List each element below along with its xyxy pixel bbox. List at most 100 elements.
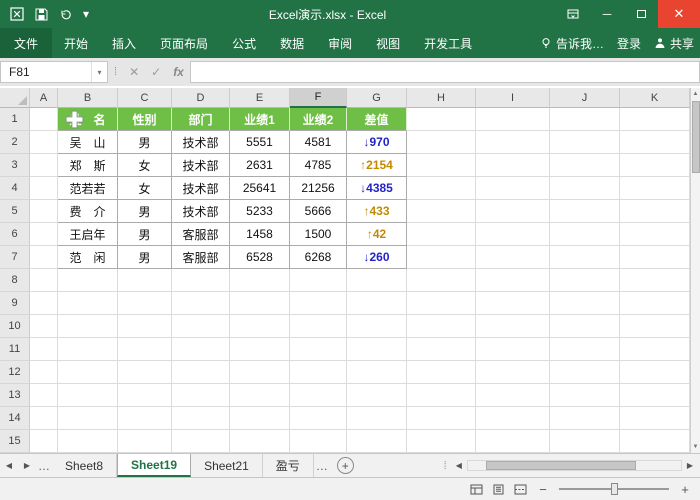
cell-c15[interactable] bbox=[118, 430, 172, 453]
cell-g6[interactable]: ↑42 bbox=[347, 223, 407, 246]
cell-k6[interactable] bbox=[620, 223, 690, 246]
select-all-corner[interactable] bbox=[0, 88, 30, 108]
cell-f14[interactable] bbox=[290, 407, 347, 430]
cell-h1[interactable] bbox=[407, 108, 476, 131]
ribbon-tab-formulas[interactable]: 公式 bbox=[220, 28, 268, 58]
cell-h5[interactable] bbox=[407, 200, 476, 223]
cell-h2[interactable] bbox=[407, 131, 476, 154]
cell-g2[interactable]: ↓970 bbox=[347, 131, 407, 154]
cell-a14[interactable] bbox=[30, 407, 58, 430]
cell-f2[interactable]: 4581 bbox=[290, 131, 347, 154]
cell-c3[interactable]: 女 bbox=[118, 154, 172, 177]
cell-i15[interactable] bbox=[476, 430, 550, 453]
row-header-2[interactable]: 2 bbox=[0, 131, 30, 154]
cell-f7[interactable]: 6268 bbox=[290, 246, 347, 269]
column-header-k[interactable]: K bbox=[620, 88, 690, 108]
cell-e8[interactable] bbox=[230, 269, 290, 292]
excel-app-icon[interactable] bbox=[10, 7, 24, 21]
normal-view-icon[interactable] bbox=[470, 484, 483, 495]
cell-i12[interactable] bbox=[476, 361, 550, 384]
cell-c9[interactable] bbox=[118, 292, 172, 315]
cell-b6[interactable]: 王启年 bbox=[58, 223, 118, 246]
column-header-g[interactable]: G bbox=[347, 88, 407, 108]
cell-i8[interactable] bbox=[476, 269, 550, 292]
share-button[interactable]: 共享 bbox=[654, 35, 694, 52]
horizontal-scrollbar[interactable]: ⁞ ◀ ▶ bbox=[440, 454, 700, 477]
cell-i9[interactable] bbox=[476, 292, 550, 315]
cell-e15[interactable] bbox=[230, 430, 290, 453]
cell-i2[interactable] bbox=[476, 131, 550, 154]
cell-e6[interactable]: 1458 bbox=[230, 223, 290, 246]
sheet-next-icon[interactable]: ▶ bbox=[18, 454, 36, 477]
cell-a9[interactable] bbox=[30, 292, 58, 315]
cell-e2[interactable]: 5551 bbox=[230, 131, 290, 154]
cell-k11[interactable] bbox=[620, 338, 690, 361]
cell-c12[interactable] bbox=[118, 361, 172, 384]
name-box-dropdown-icon[interactable]: ▾ bbox=[91, 62, 107, 82]
cell-h15[interactable] bbox=[407, 430, 476, 453]
cell-c2[interactable]: 男 bbox=[118, 131, 172, 154]
row-header-12[interactable]: 12 bbox=[0, 361, 30, 384]
cell-j2[interactable] bbox=[550, 131, 620, 154]
cell-c11[interactable] bbox=[118, 338, 172, 361]
tell-me-button[interactable]: 告诉我… bbox=[540, 35, 604, 52]
cell-f3[interactable]: 4785 bbox=[290, 154, 347, 177]
cell-a6[interactable] bbox=[30, 223, 58, 246]
cell-h7[interactable] bbox=[407, 246, 476, 269]
row-header-3[interactable]: 3 bbox=[0, 154, 30, 177]
cell-f10[interactable] bbox=[290, 315, 347, 338]
cell-h10[interactable] bbox=[407, 315, 476, 338]
cell-e5[interactable]: 5233 bbox=[230, 200, 290, 223]
cell-k13[interactable] bbox=[620, 384, 690, 407]
cell-d13[interactable] bbox=[172, 384, 230, 407]
scroll-down-icon[interactable]: ▼ bbox=[693, 441, 699, 453]
sheet-tab-盈亏[interactable]: 盈亏 bbox=[263, 454, 314, 477]
insert-function-button[interactable]: fx bbox=[167, 65, 190, 79]
cell-e4[interactable]: 25641 bbox=[230, 177, 290, 200]
cell-g3[interactable]: ↑2154 bbox=[347, 154, 407, 177]
cell-a7[interactable] bbox=[30, 246, 58, 269]
cell-d11[interactable] bbox=[172, 338, 230, 361]
cell-j11[interactable] bbox=[550, 338, 620, 361]
cell-k15[interactable] bbox=[620, 430, 690, 453]
cell-b2[interactable]: 吴 山 bbox=[58, 131, 118, 154]
cell-k14[interactable] bbox=[620, 407, 690, 430]
sheet-overflow-left[interactable]: … bbox=[36, 454, 52, 477]
row-header-15[interactable]: 15 bbox=[0, 430, 30, 453]
cell-h11[interactable] bbox=[407, 338, 476, 361]
cell-b10[interactable] bbox=[58, 315, 118, 338]
cell-j12[interactable] bbox=[550, 361, 620, 384]
column-header-f[interactable]: F bbox=[290, 88, 347, 108]
sign-in-button[interactable]: 登录 bbox=[617, 35, 641, 52]
cell-e1[interactable]: 业绩1 bbox=[230, 108, 290, 131]
cell-g12[interactable] bbox=[347, 361, 407, 384]
cell-b5[interactable]: 费 介 bbox=[58, 200, 118, 223]
name-box[interactable]: F81 ▾ bbox=[0, 61, 108, 83]
cell-e11[interactable] bbox=[230, 338, 290, 361]
cell-h13[interactable] bbox=[407, 384, 476, 407]
cell-b13[interactable] bbox=[58, 384, 118, 407]
row-header-8[interactable]: 8 bbox=[0, 269, 30, 292]
cell-a2[interactable] bbox=[30, 131, 58, 154]
row-header-9[interactable]: 9 bbox=[0, 292, 30, 315]
cell-d5[interactable]: 技术部 bbox=[172, 200, 230, 223]
sheet-tab-sheet19[interactable]: Sheet19 bbox=[117, 454, 191, 477]
ribbon-tab-review[interactable]: 审阅 bbox=[316, 28, 364, 58]
zoom-slider[interactable] bbox=[559, 488, 669, 490]
cell-h9[interactable] bbox=[407, 292, 476, 315]
cell-f8[interactable] bbox=[290, 269, 347, 292]
cell-e12[interactable] bbox=[230, 361, 290, 384]
cell-j7[interactable] bbox=[550, 246, 620, 269]
cell-k10[interactable] bbox=[620, 315, 690, 338]
cell-k2[interactable] bbox=[620, 131, 690, 154]
cell-b9[interactable] bbox=[58, 292, 118, 315]
cell-c5[interactable]: 男 bbox=[118, 200, 172, 223]
cell-c10[interactable] bbox=[118, 315, 172, 338]
hscroll-handle[interactable]: ⁞ bbox=[440, 460, 451, 472]
cell-i4[interactable] bbox=[476, 177, 550, 200]
cell-f5[interactable]: 5666 bbox=[290, 200, 347, 223]
new-sheet-button[interactable]: + bbox=[337, 457, 354, 474]
cell-g10[interactable] bbox=[347, 315, 407, 338]
zoom-out-button[interactable]: − bbox=[536, 482, 550, 497]
ribbon-tab-file[interactable]: 文件 bbox=[0, 28, 52, 58]
